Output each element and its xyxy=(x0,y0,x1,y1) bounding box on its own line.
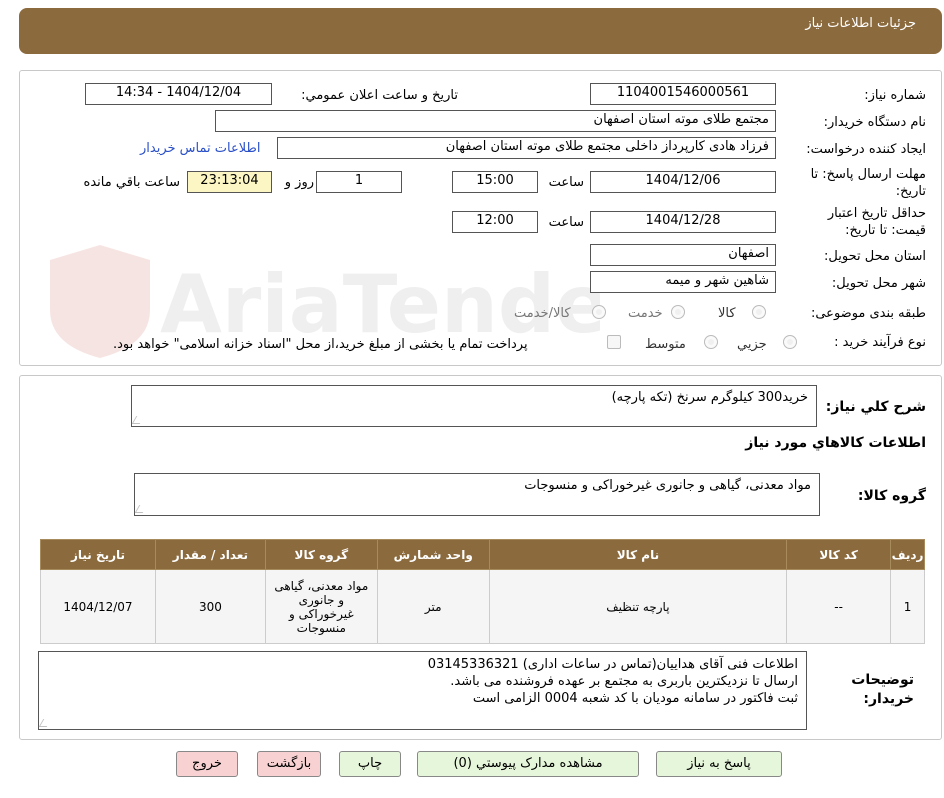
category-goods-service-radio[interactable] xyxy=(592,305,606,319)
deadline-time-label: ساعت xyxy=(548,175,584,190)
table-row: 1 -- پارچه تنظیف متر مواد معدنی، گیاهی و… xyxy=(40,569,925,644)
process-label: نوع فرآیند خرید : xyxy=(834,335,926,350)
print-button[interactable]: چاپ xyxy=(339,751,401,777)
buyer-notes-line3: ثبت فاکتور در سامانه مودیان با کد شعبه 0… xyxy=(472,691,798,706)
deadline-label-line1: مهلت ارسال پاسخ: تا xyxy=(810,167,926,182)
validity-time-field: 12:00 xyxy=(452,211,538,233)
validity-label-line1: حداقل تاریخ اعتبار xyxy=(827,206,926,221)
category-goods-label: کالا xyxy=(718,306,736,321)
resize-handle-icon[interactable] xyxy=(38,719,52,727)
col-unit: واحد شمارش xyxy=(376,539,490,570)
category-label: طبقه بندی موضوعی: xyxy=(810,306,926,321)
process-minor-radio[interactable] xyxy=(783,335,797,349)
buyer-notes-textarea[interactable]: اطلاعات فنی آقای هداییان(تماس در ساعات ا… xyxy=(38,651,807,730)
buyer-org-label: نام دستگاه خریدار: xyxy=(823,115,926,130)
summary-text: خرید300 کیلوگرم سرنخ (تکه پارچه) xyxy=(611,390,808,405)
goods-info-title: اطلاعات کالاهاي مورد نیاز xyxy=(745,435,926,451)
deadline-time-field: 15:00 xyxy=(452,171,538,193)
col-quantity: تعداد / مقدار xyxy=(155,539,266,570)
deadline-label-line2: تاریخ: xyxy=(895,184,926,199)
cell-item-code: -- xyxy=(786,569,892,644)
deadline-date-field: 1404/12/06 xyxy=(590,171,776,193)
reply-button[interactable]: پاسخ به نیاز xyxy=(656,751,782,777)
summary-label: شرح کلي نیاز: xyxy=(825,399,926,415)
days-field: 1 xyxy=(316,171,402,193)
resize-handle-icon[interactable] xyxy=(134,505,148,513)
summary-textarea[interactable]: خرید300 کیلوگرم سرنخ (تکه پارچه) xyxy=(131,385,817,427)
city-field: شاهین شهر و میمه xyxy=(590,271,776,293)
announce-field: 1404/12/04 - 14:34 xyxy=(85,83,272,105)
province-label: استان محل تحویل: xyxy=(824,249,926,264)
page-title: جزئیات اطلاعات نیاز xyxy=(805,16,916,31)
treasury-payment-note: پرداخت تمام یا بخشی از مبلغ خرید،از محل … xyxy=(113,337,528,352)
buyer-notes-label-line2: خریدار: xyxy=(863,691,914,707)
resize-handle-icon[interactable] xyxy=(131,416,145,424)
validity-date-field: 1404/12/28 xyxy=(590,211,776,233)
back-button[interactable]: بازگشت xyxy=(257,751,321,777)
page-header xyxy=(19,8,942,54)
buyer-contact-link[interactable]: اطلاعات تماس خریدار xyxy=(140,141,260,156)
cell-need-date: 1404/12/07 xyxy=(40,569,156,644)
cell-item-name: پارچه تنظیف xyxy=(488,569,788,644)
category-service-label: خدمت xyxy=(628,306,663,321)
items-table: ردیف کد کالا نام کالا واحد شمارش گروه کا… xyxy=(40,539,925,644)
remaining-label: ساعت باقي مانده xyxy=(83,175,180,190)
category-goods-radio[interactable] xyxy=(752,305,766,319)
buyer-notes-line2: ارسال تا نزدیکترین باربری به مجتمع بر عه… xyxy=(450,674,798,689)
goods-group-textarea[interactable]: مواد معدنی، گیاهی و جانوری غیرخوراکی و م… xyxy=(134,473,820,516)
city-label: شهر محل تحویل: xyxy=(831,276,926,291)
buyer-notes-line1: اطلاعات فنی آقای هداییان(تماس در ساعات ا… xyxy=(427,657,798,672)
cell-quantity: 300 xyxy=(155,569,266,644)
category-goods-service-label: کالا/خدمت xyxy=(514,306,571,321)
table-header-row: ردیف کد کالا نام کالا واحد شمارش گروه کا… xyxy=(40,539,925,570)
goods-group-label: گروه کالا: xyxy=(857,488,926,504)
cell-row-number: 1 xyxy=(890,569,925,644)
cell-unit: متر xyxy=(376,569,490,644)
process-medium-label: متوسط xyxy=(645,337,686,352)
validity-time-label: ساعت xyxy=(548,215,584,230)
col-need-date: تاریخ نیاز xyxy=(40,539,156,570)
col-item-code: کد کالا xyxy=(786,539,892,570)
buyer-org-field: مجتمع طلای موته استان اصفهان xyxy=(215,110,776,132)
remaining-time-field: 23:13:04 xyxy=(187,171,272,193)
buyer-notes-label-line1: توضیحات xyxy=(851,672,914,688)
goods-group-text: مواد معدنی، گیاهی و جانوری غیرخوراکی و م… xyxy=(524,478,811,493)
validity-label-line2: قیمت: تا تاریخ: xyxy=(845,223,926,238)
creator-field: فرزاد هادی کارپرداز داخلی مجتمع طلای موت… xyxy=(277,137,776,159)
category-service-radio[interactable] xyxy=(671,305,685,319)
col-row-number: ردیف xyxy=(890,539,925,570)
need-number-field: 1104001546000561 xyxy=(590,83,776,105)
province-field: اصفهان xyxy=(590,244,776,266)
announce-label: تاریخ و ساعت اعلان عمومي: xyxy=(301,88,458,103)
process-medium-radio[interactable] xyxy=(704,335,718,349)
col-item-group: گروه کالا xyxy=(264,539,378,570)
cell-item-group: مواد معدنی، گیاهی و جانوری غیرخوراکی و م… xyxy=(264,569,378,644)
days-label: روز و xyxy=(284,175,314,190)
need-number-label: شماره نیاز: xyxy=(864,88,926,103)
exit-button[interactable]: خروج xyxy=(176,751,238,777)
treasury-payment-checkbox[interactable] xyxy=(607,335,621,349)
view-attachments-button[interactable]: مشاهده مدارک پیوستي (0) xyxy=(417,751,639,777)
col-item-name: نام کالا xyxy=(488,539,788,570)
creator-label: ایجاد کننده درخواست: xyxy=(806,142,926,157)
process-minor-label: جزیي xyxy=(737,337,767,352)
